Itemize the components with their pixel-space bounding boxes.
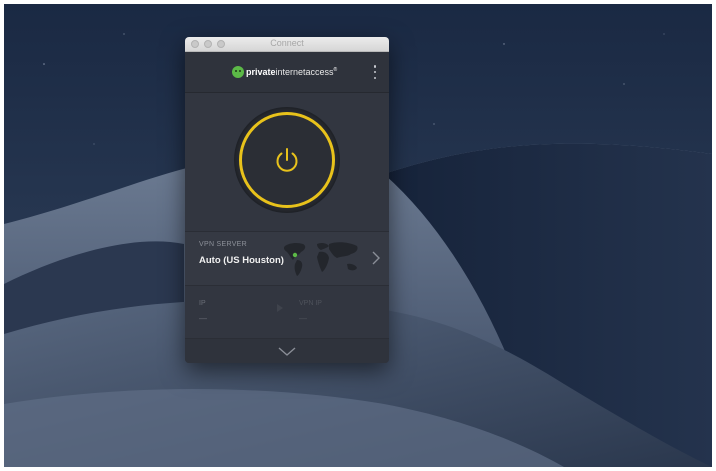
ip-info-row: IP — VPN IP — (185, 286, 389, 339)
ip-label: IP (199, 300, 206, 307)
vpn-ip-value: — (299, 314, 307, 323)
vpn-server-selector[interactable]: VPN SERVER Auto (US Houston) (185, 232, 389, 286)
pia-logo-text: privateinternetaccess® (246, 67, 337, 77)
window-titlebar[interactable]: Connect (185, 37, 389, 52)
ip-value: — (199, 314, 207, 323)
logo-bold-text: private (246, 67, 276, 77)
window-title: Connect (270, 38, 304, 48)
server-location-dot (292, 252, 298, 258)
arrow-right-icon (277, 304, 283, 312)
expand-panel-button[interactable] (185, 339, 389, 363)
pia-robot-icon (232, 66, 244, 78)
pia-logo: privateinternetaccess® (232, 65, 337, 79)
vpn-app-window: Connect privateinternetaccess® VPN SERVE… (185, 37, 389, 363)
vertical-dots-icon[interactable] (373, 65, 377, 79)
power-icon (276, 148, 298, 172)
world-map-icon (283, 242, 358, 276)
connect-area (185, 93, 389, 232)
connect-toggle-button[interactable] (235, 108, 339, 212)
desktop-wallpaper: Connect privateinternetaccess® VPN SERVE… (4, 4, 712, 467)
logo-registered-mark: ® (333, 67, 338, 73)
app-header: privateinternetaccess® (185, 52, 389, 93)
vpn-server-value: Auto (US Houston) (199, 255, 284, 266)
chevron-down-icon (278, 347, 296, 356)
logo-light-text: internetaccess (275, 67, 334, 77)
vpn-server-label: VPN SERVER (199, 241, 247, 248)
vpn-ip-label: VPN IP (299, 300, 322, 307)
chevron-right-icon (372, 251, 380, 265)
